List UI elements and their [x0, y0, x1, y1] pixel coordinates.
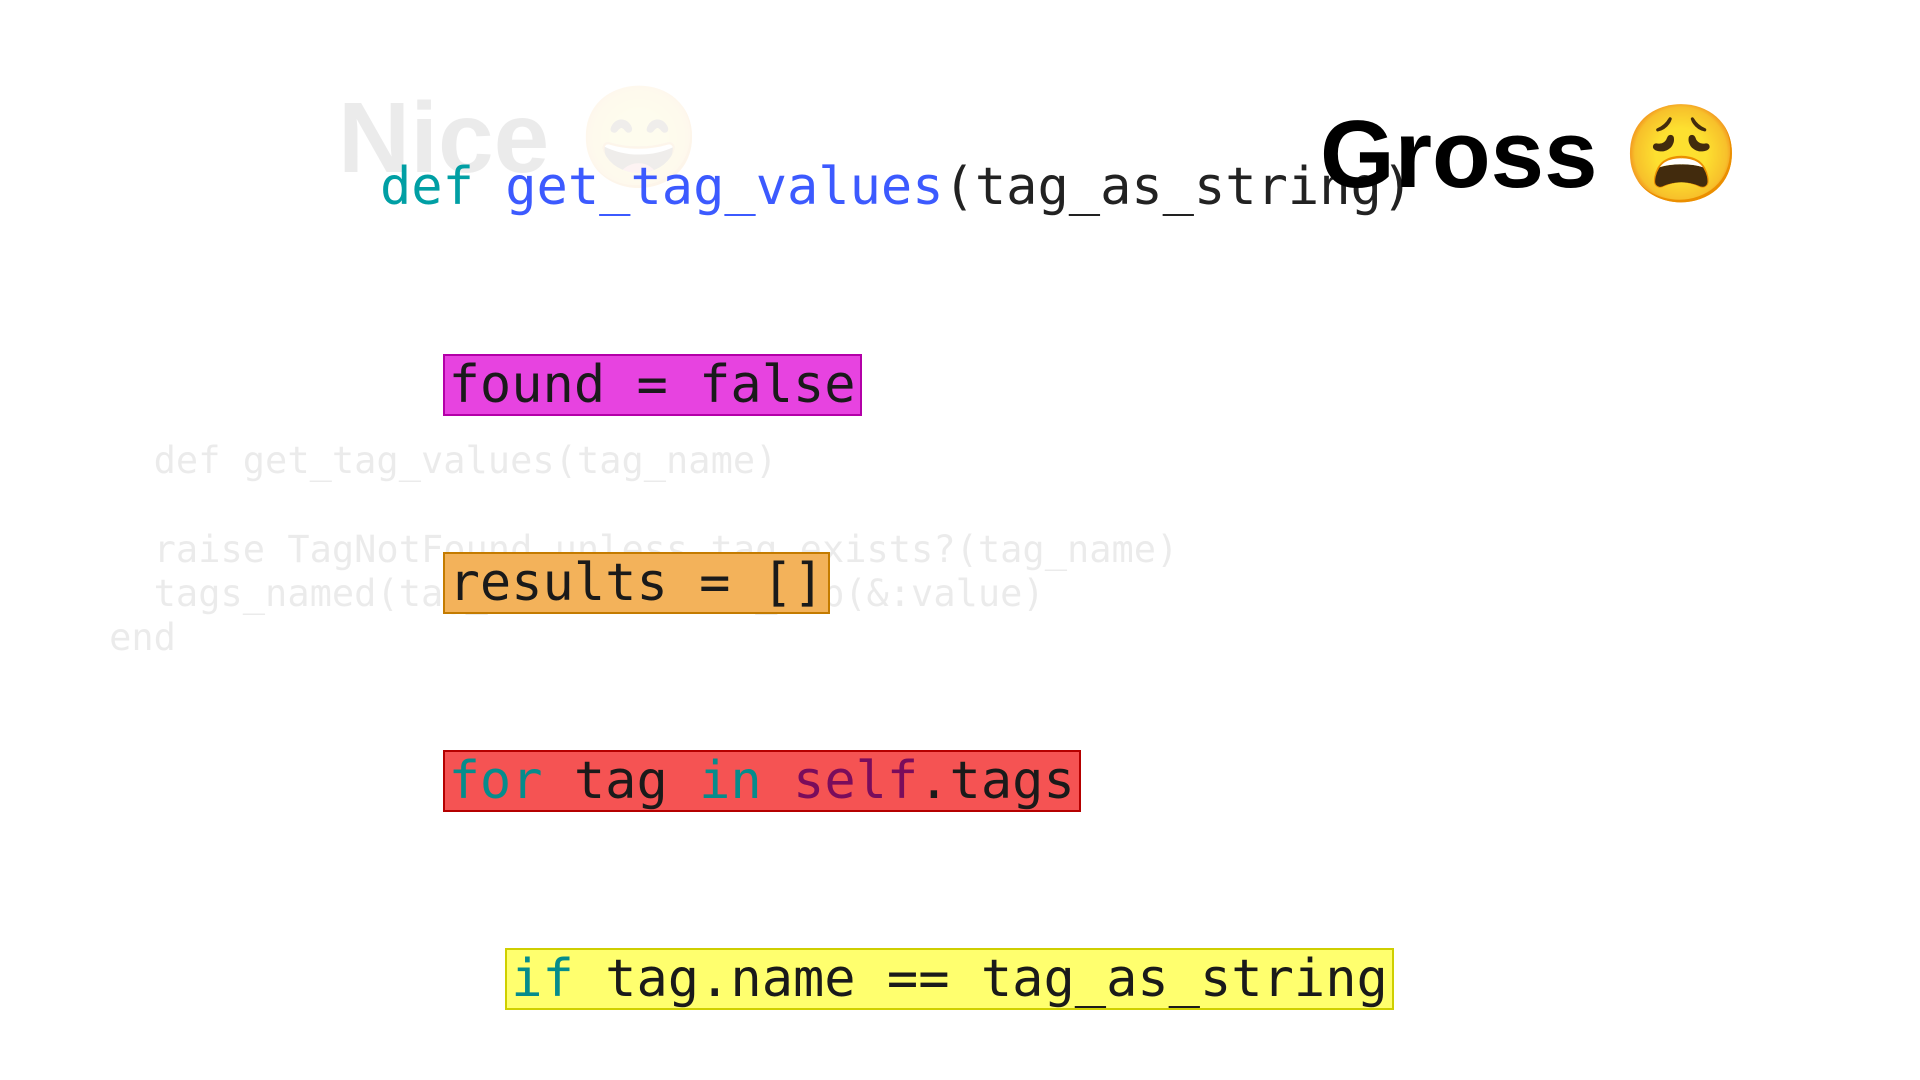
hl-if-name: if tag.name == tag_as_string — [505, 948, 1394, 1010]
hl-results-init: results = [] — [443, 552, 831, 614]
ghost-def: def — [154, 439, 243, 482]
hl-for-loop: for tag in self.tags — [443, 750, 1081, 812]
kw-def: def — [380, 157, 505, 217]
method-name: get_tag_values — [505, 157, 943, 217]
code-line-3: results = [] — [380, 550, 1413, 616]
title-gross: Gross 😩 — [1320, 100, 1741, 210]
weary-face-icon: 😩 — [1621, 107, 1741, 203]
hl-found-false: found = false — [443, 354, 862, 416]
code-line-1: def get_tag_values(tag_as_string) — [380, 154, 1413, 220]
code-line-5: if tag.name == tag_as_string — [380, 946, 1413, 1012]
code-line-2: found = false — [380, 352, 1413, 418]
code-block: def get_tag_values(tag_as_string) found … — [380, 22, 1413, 1080]
slide: Nice 😄 def get_tag_values(tag_name) rais… — [0, 0, 1920, 1080]
ghost-line-4: end — [109, 616, 176, 659]
title-text: Gross — [1320, 100, 1597, 210]
code-line-4: for tag in self.tags — [380, 748, 1413, 814]
